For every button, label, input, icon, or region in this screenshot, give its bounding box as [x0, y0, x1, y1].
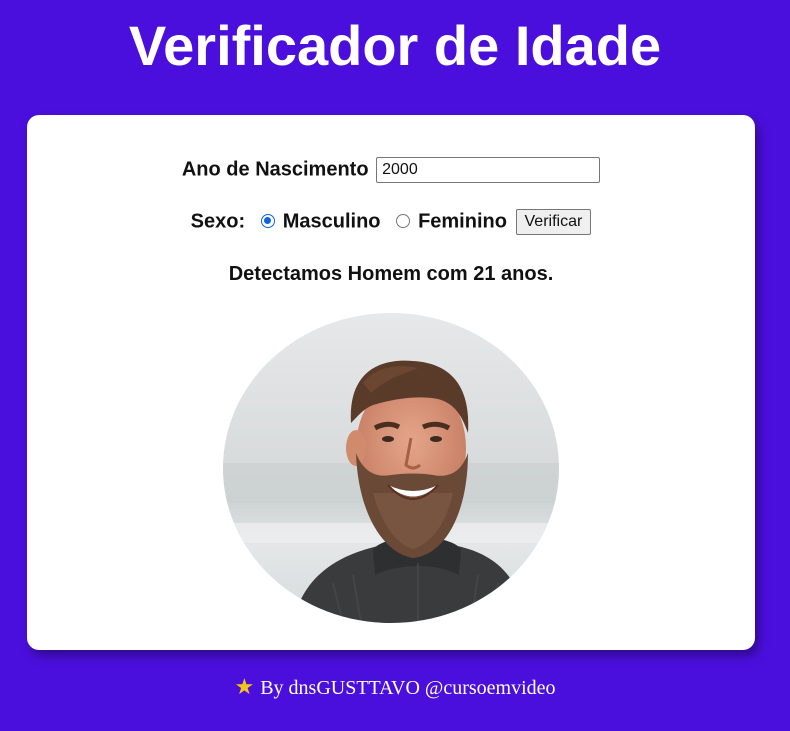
result-text: Detectamos Homem com 21 anos. [228, 263, 554, 285]
main-card: Ano de Nascimento Sexo: Masculino Femini… [27, 115, 755, 650]
radio-feminino[interactable] [396, 213, 411, 228]
result-photo [223, 313, 559, 623]
footer: ★ By dnsGUSTTAVO @cursoemvideo [0, 675, 790, 700]
birth-year-row: Ano de Nascimento [27, 157, 755, 183]
radio-masculino-label[interactable]: Masculino [283, 211, 381, 233]
star-icon: ★ [234, 675, 255, 700]
birth-year-label: Ano de Nascimento [181, 158, 369, 181]
birth-year-input[interactable] [376, 157, 601, 183]
sex-row: Sexo: Masculino Feminino Verificar [27, 209, 755, 235]
sex-label: Sexo: [190, 210, 246, 233]
page-title: Verificador de Idade [128, 14, 662, 77]
radio-feminino-label[interactable]: Feminino [418, 211, 507, 233]
footer-text: By dnsGUSTTAVO @cursoemvideo [260, 677, 556, 699]
radio-masculino[interactable] [260, 213, 275, 228]
bearded-man-photo [223, 313, 559, 623]
verify-button[interactable]: Verificar [515, 209, 592, 235]
